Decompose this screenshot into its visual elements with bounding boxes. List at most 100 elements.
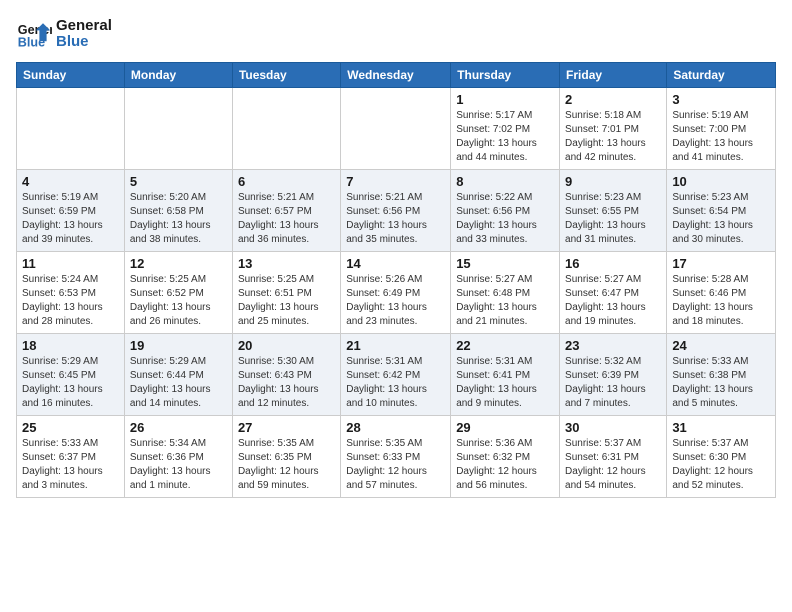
day-info: Sunrise: 5:19 AM Sunset: 6:59 PM Dayligh… xyxy=(22,191,119,247)
calendar-cell: 30 Sunrise: 5:37 AM Sunset: 6:31 PM Dayli… xyxy=(560,416,667,498)
day-info: Sunrise: 5:29 AM Sunset: 6:44 PM Dayligh… xyxy=(130,355,227,411)
day-number: 19 xyxy=(130,338,227,353)
calendar-week-row: 18 Sunrise: 5:29 AM Sunset: 6:45 PM Dayli… xyxy=(17,334,776,416)
logo-blue: Blue xyxy=(56,34,112,51)
day-info: Sunrise: 5:23 AM Sunset: 6:54 PM Dayligh… xyxy=(672,191,770,247)
column-header-tuesday: Tuesday xyxy=(232,63,340,88)
day-info: Sunrise: 5:18 AM Sunset: 7:01 PM Dayligh… xyxy=(565,109,661,165)
day-number: 23 xyxy=(565,338,661,353)
calendar-cell: 8Sunrise: 5:22 AM Sunset: 6:56 PM Daylig… xyxy=(451,170,560,252)
calendar-cell: 21 Sunrise: 5:31 AM Sunset: 6:42 PM Dayli… xyxy=(341,334,451,416)
calendar-cell: 26 Sunrise: 5:34 AM Sunset: 6:36 PM Dayli… xyxy=(124,416,232,498)
calendar-week-row: 4 Sunrise: 5:19 AM Sunset: 6:59 PM Daylig… xyxy=(17,170,776,252)
calendar-cell: 9 Sunrise: 5:23 AM Sunset: 6:55 PM Daylig… xyxy=(560,170,667,252)
calendar-cell xyxy=(124,88,232,170)
column-header-saturday: Saturday xyxy=(667,63,776,88)
day-number: 10 xyxy=(672,174,770,189)
day-number: 5 xyxy=(130,174,227,189)
day-number: 27 xyxy=(238,420,335,435)
day-info: Sunrise: 5:20 AM Sunset: 6:58 PM Dayligh… xyxy=(130,191,227,247)
day-info: Sunrise: 5:23 AM Sunset: 6:55 PM Dayligh… xyxy=(565,191,661,247)
calendar-cell: 19 Sunrise: 5:29 AM Sunset: 6:44 PM Dayli… xyxy=(124,334,232,416)
day-number: 6 xyxy=(238,174,335,189)
day-info: Sunrise: 5:28 AM Sunset: 6:46 PM Dayligh… xyxy=(672,273,770,329)
day-number: 16 xyxy=(565,256,661,271)
day-info: Sunrise: 5:37 AM Sunset: 6:30 PM Dayligh… xyxy=(672,437,770,493)
calendar-cell: 12 Sunrise: 5:25 AM Sunset: 6:52 PM Dayli… xyxy=(124,252,232,334)
day-info: Sunrise: 5:33 AM Sunset: 6:38 PM Dayligh… xyxy=(672,355,770,411)
calendar-cell: 10 Sunrise: 5:23 AM Sunset: 6:54 PM Dayli… xyxy=(667,170,776,252)
calendar-cell: 25Sunrise: 5:33 AM Sunset: 6:37 PM Dayli… xyxy=(17,416,125,498)
column-header-thursday: Thursday xyxy=(451,63,560,88)
day-info: Sunrise: 5:31 AM Sunset: 6:41 PM Dayligh… xyxy=(456,355,554,411)
day-number: 12 xyxy=(130,256,227,271)
day-info: Sunrise: 5:31 AM Sunset: 6:42 PM Dayligh… xyxy=(346,355,445,411)
calendar-week-row: 11Sunrise: 5:24 AM Sunset: 6:53 PM Dayli… xyxy=(17,252,776,334)
day-info: Sunrise: 5:19 AM Sunset: 7:00 PM Dayligh… xyxy=(672,109,770,165)
day-number: 28 xyxy=(346,420,445,435)
calendar-cell: 29 Sunrise: 5:36 AM Sunset: 6:32 PM Dayli… xyxy=(451,416,560,498)
day-number: 26 xyxy=(130,420,227,435)
column-header-monday: Monday xyxy=(124,63,232,88)
calendar-cell: 18 Sunrise: 5:29 AM Sunset: 6:45 PM Dayli… xyxy=(17,334,125,416)
day-info: Sunrise: 5:33 AM Sunset: 6:37 PM Dayligh… xyxy=(22,437,119,493)
calendar-cell: 22 Sunrise: 5:31 AM Sunset: 6:41 PM Dayli… xyxy=(451,334,560,416)
logo-icon: General Blue xyxy=(16,16,52,52)
calendar-cell: 4 Sunrise: 5:19 AM Sunset: 6:59 PM Daylig… xyxy=(17,170,125,252)
column-header-sunday: Sunday xyxy=(17,63,125,88)
logo: General Blue General Blue xyxy=(16,16,112,52)
calendar-cell: 27 Sunrise: 5:35 AM Sunset: 6:35 PM Dayli… xyxy=(232,416,340,498)
day-info: Sunrise: 5:35 AM Sunset: 6:33 PM Dayligh… xyxy=(346,437,445,493)
page-header: General Blue General Blue xyxy=(16,16,776,52)
day-number: 21 xyxy=(346,338,445,353)
day-info: Sunrise: 5:36 AM Sunset: 6:32 PM Dayligh… xyxy=(456,437,554,493)
calendar-cell: 31Sunrise: 5:37 AM Sunset: 6:30 PM Dayli… xyxy=(667,416,776,498)
day-info: Sunrise: 5:21 AM Sunset: 6:57 PM Dayligh… xyxy=(238,191,335,247)
day-info: Sunrise: 5:34 AM Sunset: 6:36 PM Dayligh… xyxy=(130,437,227,493)
day-info: Sunrise: 5:25 AM Sunset: 6:51 PM Dayligh… xyxy=(238,273,335,329)
day-number: 1 xyxy=(456,92,554,107)
day-number: 14 xyxy=(346,256,445,271)
calendar-cell: 5 Sunrise: 5:20 AM Sunset: 6:58 PM Daylig… xyxy=(124,170,232,252)
day-number: 18 xyxy=(22,338,119,353)
calendar-cell: 16 Sunrise: 5:27 AM Sunset: 6:47 PM Dayli… xyxy=(560,252,667,334)
calendar-cell: 28 Sunrise: 5:35 AM Sunset: 6:33 PM Dayli… xyxy=(341,416,451,498)
day-number: 7 xyxy=(346,174,445,189)
day-number: 2 xyxy=(565,92,661,107)
day-number: 4 xyxy=(22,174,119,189)
day-number: 3 xyxy=(672,92,770,107)
calendar-week-row: 1Sunrise: 5:17 AM Sunset: 7:02 PM Daylig… xyxy=(17,88,776,170)
day-info: Sunrise: 5:29 AM Sunset: 6:45 PM Dayligh… xyxy=(22,355,119,411)
day-number: 15 xyxy=(456,256,554,271)
calendar-cell: 17 Sunrise: 5:28 AM Sunset: 6:46 PM Dayli… xyxy=(667,252,776,334)
day-number: 29 xyxy=(456,420,554,435)
calendar-cell xyxy=(232,88,340,170)
calendar-cell: 14 Sunrise: 5:26 AM Sunset: 6:49 PM Dayli… xyxy=(341,252,451,334)
calendar-cell: 13 Sunrise: 5:25 AM Sunset: 6:51 PM Dayli… xyxy=(232,252,340,334)
calendar-cell: 11Sunrise: 5:24 AM Sunset: 6:53 PM Dayli… xyxy=(17,252,125,334)
day-info: Sunrise: 5:22 AM Sunset: 6:56 PM Dayligh… xyxy=(456,191,554,247)
day-number: 24 xyxy=(672,338,770,353)
day-number: 20 xyxy=(238,338,335,353)
calendar-cell: 23Sunrise: 5:32 AM Sunset: 6:39 PM Dayli… xyxy=(560,334,667,416)
day-number: 17 xyxy=(672,256,770,271)
calendar-header-row: SundayMondayTuesdayWednesdayThursdayFrid… xyxy=(17,63,776,88)
day-info: Sunrise: 5:35 AM Sunset: 6:35 PM Dayligh… xyxy=(238,437,335,493)
day-info: Sunrise: 5:27 AM Sunset: 6:48 PM Dayligh… xyxy=(456,273,554,329)
calendar-cell xyxy=(341,88,451,170)
day-info: Sunrise: 5:37 AM Sunset: 6:31 PM Dayligh… xyxy=(565,437,661,493)
day-info: Sunrise: 5:24 AM Sunset: 6:53 PM Dayligh… xyxy=(22,273,119,329)
day-info: Sunrise: 5:27 AM Sunset: 6:47 PM Dayligh… xyxy=(565,273,661,329)
calendar-table: SundayMondayTuesdayWednesdayThursdayFrid… xyxy=(16,62,776,498)
day-info: Sunrise: 5:26 AM Sunset: 6:49 PM Dayligh… xyxy=(346,273,445,329)
calendar-cell: 6 Sunrise: 5:21 AM Sunset: 6:57 PM Daylig… xyxy=(232,170,340,252)
day-number: 30 xyxy=(565,420,661,435)
day-number: 9 xyxy=(565,174,661,189)
day-info: Sunrise: 5:25 AM Sunset: 6:52 PM Dayligh… xyxy=(130,273,227,329)
day-number: 22 xyxy=(456,338,554,353)
day-info: Sunrise: 5:30 AM Sunset: 6:43 PM Dayligh… xyxy=(238,355,335,411)
day-number: 13 xyxy=(238,256,335,271)
calendar-week-row: 25Sunrise: 5:33 AM Sunset: 6:37 PM Dayli… xyxy=(17,416,776,498)
calendar-cell: 2 Sunrise: 5:18 AM Sunset: 7:01 PM Daylig… xyxy=(560,88,667,170)
column-header-wednesday: Wednesday xyxy=(341,63,451,88)
